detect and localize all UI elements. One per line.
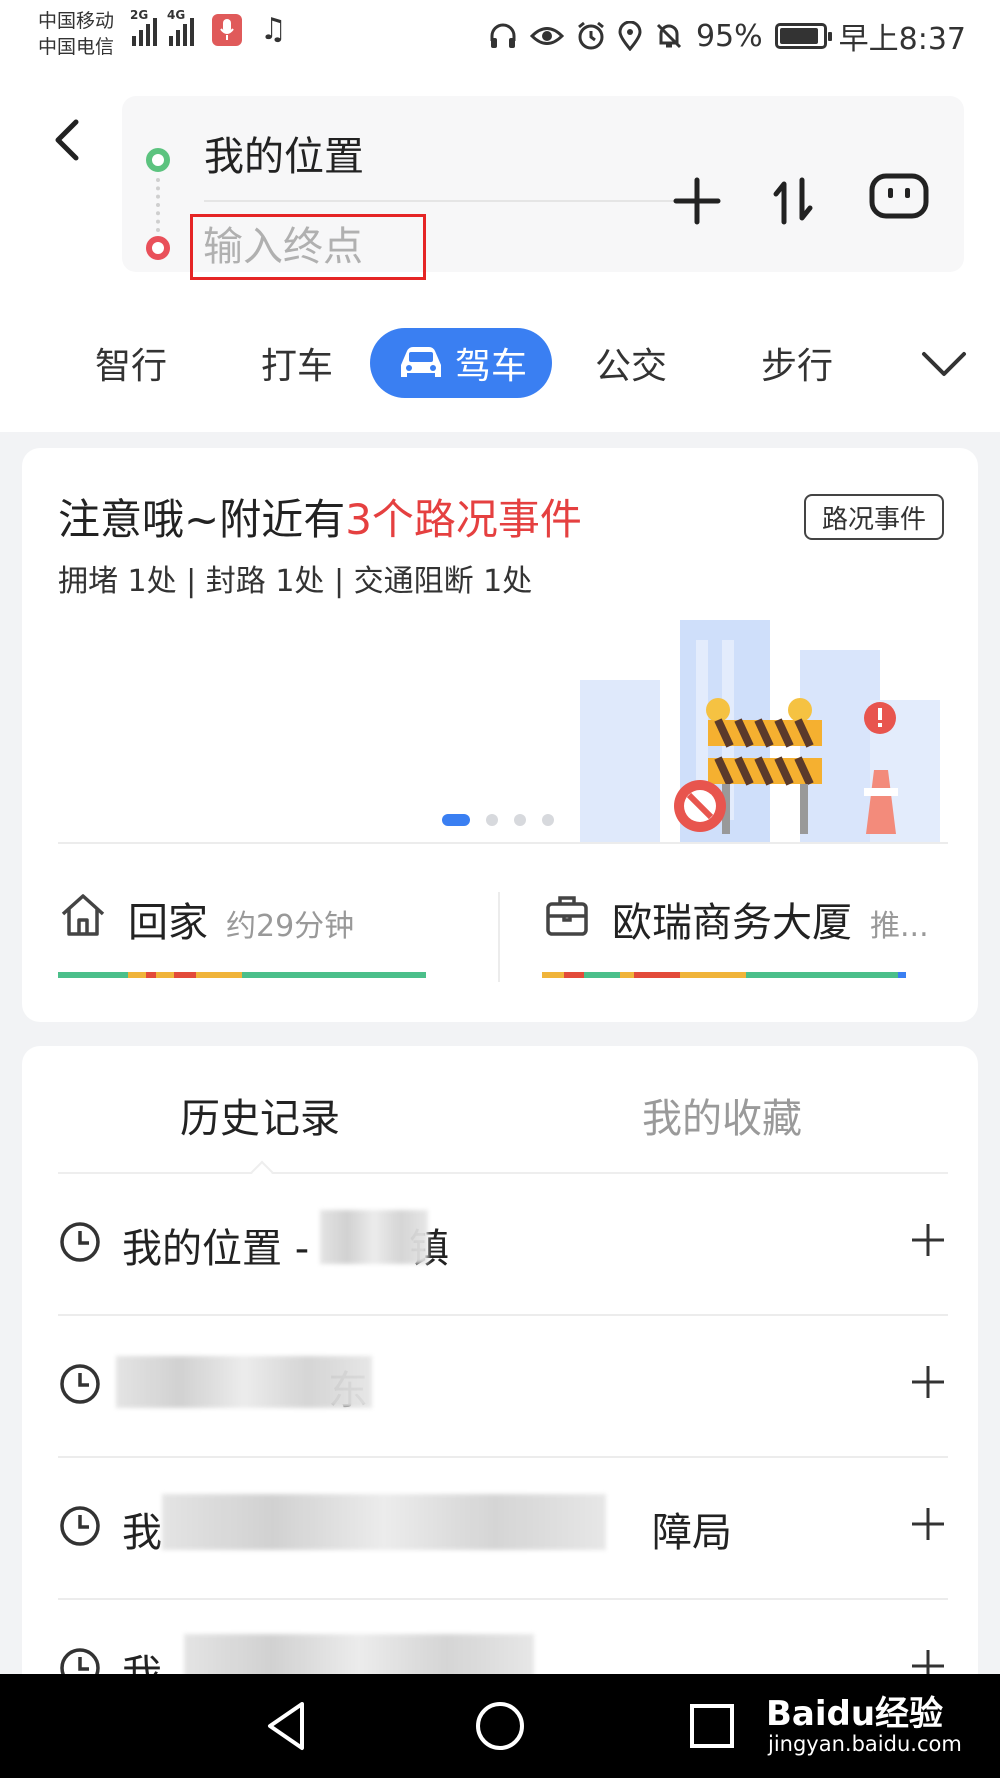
- destination-input[interactable]: [190, 214, 426, 280]
- home-eta: 约29分钟: [226, 909, 355, 944]
- home-traffic-bar: [58, 972, 426, 978]
- clock: 早上8:37: [838, 22, 966, 57]
- route-input-box: 我的位置: [122, 96, 964, 280]
- eye-icon: [529, 27, 564, 45]
- status-right: 95% 早上8:37: [488, 14, 966, 58]
- nav-home-icon[interactable]: [468, 1694, 532, 1758]
- home-icon: [61, 894, 105, 936]
- battery-percent: 95%: [695, 18, 763, 54]
- tab-favorites[interactable]: 我的收藏: [642, 1086, 802, 1144]
- alert-summary: 拥堵 1处 | 封路 1处 | 交通阻断 1处: [58, 564, 533, 599]
- office-traffic-bar: [542, 972, 906, 978]
- carrier-info: 中国移动 中国电信: [38, 8, 114, 60]
- status-bar: 中国移动 中国电信 2G 4G ♫ 95% 早上8:37: [0, 0, 1000, 72]
- office-label: 欧瑞商务大厦: [612, 900, 852, 946]
- plus-icon[interactable]: [908, 1362, 948, 1402]
- input-divider: [204, 200, 714, 202]
- route-connector: [156, 178, 160, 232]
- pager-dot: [542, 814, 554, 826]
- history-row[interactable]: 我的位置 -镇: [58, 1174, 948, 1316]
- tab-bus[interactable]: 公交: [586, 328, 676, 398]
- plus-icon[interactable]: [908, 1504, 948, 1544]
- headset-icon: [490, 23, 516, 48]
- travel-mode-tabs: 智行 打车 驾车 公交 步行: [0, 322, 1000, 402]
- history-row[interactable]: 我 障局: [58, 1458, 948, 1600]
- microphone-icon: [212, 14, 242, 46]
- history-row-text: 我: [122, 1510, 162, 1556]
- history-row-text: 我的位置 -: [122, 1226, 310, 1272]
- clock-icon: [60, 1506, 100, 1546]
- tab-drive[interactable]: 驾车: [370, 328, 552, 398]
- history-row[interactable]: 东: [58, 1316, 948, 1458]
- watermark-url: jingyan.baidu.com: [768, 1732, 962, 1756]
- tab-history[interactable]: 历史记录: [180, 1086, 340, 1144]
- redacted-blur: [162, 1494, 606, 1550]
- tab-drive-label: 驾车: [454, 346, 527, 387]
- nav-back-icon[interactable]: [256, 1694, 320, 1758]
- home-label: 回家: [128, 900, 208, 946]
- plus-icon[interactable]: [908, 1220, 948, 1260]
- office-meta: 推...: [870, 909, 929, 944]
- redacted-blur: [116, 1356, 372, 1408]
- alert-title: 注意哦~附近有3个路况事件: [58, 495, 582, 544]
- start-dot-icon: [146, 148, 170, 172]
- signal-4g-icon: 4G: [167, 8, 194, 46]
- home-shortcut[interactable]: 回家 约29分钟: [58, 868, 428, 988]
- battery-icon: [774, 23, 832, 49]
- nav-recents-icon[interactable]: [680, 1694, 744, 1758]
- add-waypoint-button[interactable]: [662, 166, 732, 236]
- mute-bell-icon: [656, 23, 681, 49]
- location-icon: [618, 21, 642, 51]
- pager-dot: [442, 814, 470, 826]
- robot-assistant-icon[interactable]: [864, 168, 934, 224]
- swap-route-button[interactable]: [758, 166, 828, 236]
- route-header: 我的位置 智行 打车 驾车 公交 步行: [0, 72, 1000, 432]
- system-nav-bar: Baidu经验 jingyan.baidu.com: [0, 1674, 1000, 1778]
- music-note-icon: ♫: [260, 12, 287, 47]
- clock-icon: [60, 1222, 100, 1262]
- history-card: 历史记录 我的收藏 我的位置 -镇 东 我 障局 我: [22, 1046, 978, 1778]
- back-arrow-icon[interactable]: [44, 110, 94, 170]
- chevron-down-icon[interactable]: [918, 344, 970, 384]
- carrier-2: 中国电信: [38, 36, 115, 58]
- carrier-1: 中国移动: [38, 10, 115, 32]
- roadblock-illustration: [580, 620, 940, 842]
- traffic-events-button[interactable]: 路况事件: [804, 494, 944, 540]
- redacted-blur: [320, 1210, 428, 1264]
- clock-icon: [60, 1364, 100, 1404]
- tab-taxi[interactable]: 打车: [252, 328, 342, 398]
- briefcase-icon: [546, 896, 588, 936]
- history-row-suffix: 障局: [652, 1510, 732, 1556]
- card-divider: [58, 842, 948, 844]
- alarm-icon: [578, 21, 604, 50]
- traffic-alert-card[interactable]: 注意哦~附近有3个路况事件 路况事件 拥堵 1处 | 封路 1处 | 交通阻断 …: [22, 448, 978, 1022]
- banner-pager: [442, 814, 554, 826]
- pager-dot: [514, 814, 526, 826]
- car-icon: [400, 347, 441, 377]
- signal-2g-icon: 2G: [130, 8, 157, 46]
- tab-smart[interactable]: 智行: [86, 328, 176, 398]
- end-dot-icon: [146, 236, 170, 260]
- watermark-brand: Baidu经验: [766, 1694, 944, 1734]
- signal-indicators: 2G 4G ♫: [130, 8, 287, 47]
- alert-count: 3个路况事件: [345, 495, 582, 544]
- pager-dot: [486, 814, 498, 826]
- start-location[interactable]: 我的位置: [204, 124, 364, 182]
- tab-walk[interactable]: 步行: [752, 328, 842, 398]
- office-shortcut[interactable]: 欧瑞商务大厦 推...: [542, 868, 962, 988]
- shortcut-separator: [498, 892, 500, 982]
